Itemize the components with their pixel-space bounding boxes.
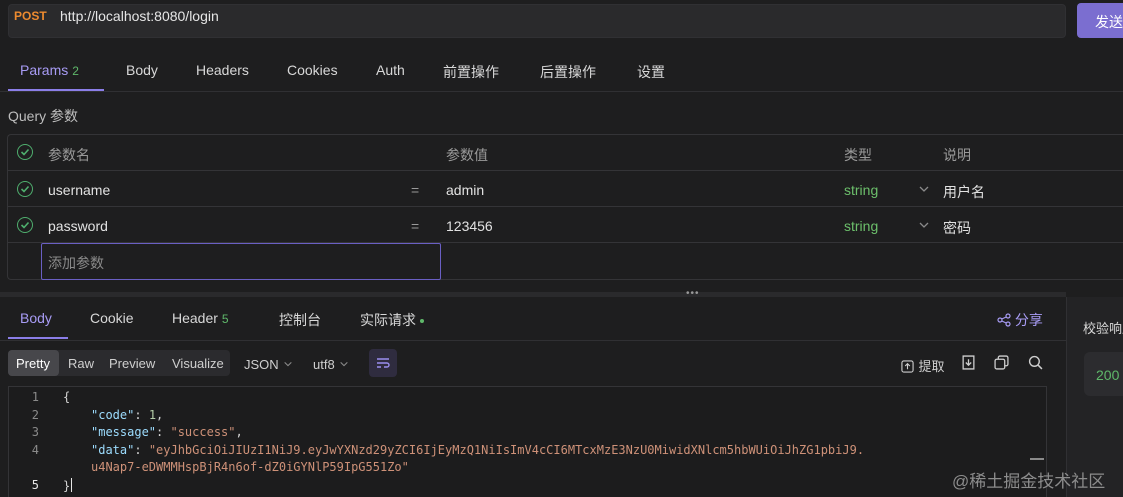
format-type-label: JSON	[244, 357, 279, 372]
query-section-label: Query 参数	[8, 108, 79, 124]
tab-pre-request[interactable]: 前置操作	[443, 62, 499, 82]
equals-sign: =	[411, 182, 420, 198]
header-count-badge: 5	[221, 312, 229, 326]
active-tab-indicator	[8, 89, 104, 91]
code-line: }	[63, 478, 73, 493]
tab-cookies[interactable]: Cookies	[287, 62, 338, 78]
http-method-select[interactable]: POST	[14, 9, 47, 23]
extract-icon	[901, 360, 914, 373]
column-header-type: 类型	[844, 147, 872, 163]
status-code: 200	[1096, 367, 1120, 383]
share-label: 分享	[1014, 312, 1043, 328]
param-name-cell[interactable]: password	[48, 218, 108, 234]
select-all-checkbox[interactable]	[17, 144, 33, 160]
line-number: 3	[31, 425, 39, 439]
format-type-select[interactable]: JSON	[244, 356, 293, 374]
row-checkbox[interactable]	[17, 181, 33, 197]
table-divider	[8, 206, 1123, 207]
add-param-input[interactable]: 添加参数	[41, 243, 441, 280]
code-line: u4Nap7-eDWMMHspBjR4n6of-dZ0iGYNlP59IpG55…	[91, 460, 409, 474]
extract-button[interactable]: 提取	[901, 356, 944, 376]
response-tab-bar: Body Cookie Header 5 控制台 实际请求	[0, 297, 1066, 341]
code-line: "code": 1,	[91, 408, 164, 422]
validation-label: 校验响应	[1083, 321, 1123, 336]
chevron-down-icon[interactable]	[918, 218, 930, 236]
param-type-select[interactable]: string	[844, 182, 878, 198]
chevron-down-icon	[284, 361, 292, 367]
tab-params-label: Params	[20, 62, 69, 78]
scrollbar[interactable]	[1030, 458, 1044, 460]
table-divider	[8, 170, 1123, 171]
code-line: {	[63, 390, 71, 404]
line-number: 1	[31, 390, 39, 404]
tab-headers[interactable]: Headers	[196, 62, 249, 78]
tab-actual-request[interactable]: 实际请求	[360, 310, 424, 330]
row-checkbox[interactable]	[17, 217, 33, 233]
word-wrap-button[interactable]	[369, 349, 397, 377]
copy-icon[interactable]	[994, 355, 1009, 375]
tab-console[interactable]: 控制台	[279, 310, 321, 330]
search-icon[interactable]	[1028, 355, 1043, 375]
column-header-name: 参数名	[48, 147, 90, 163]
encoding-label: utf8	[313, 357, 335, 372]
mode-pretty[interactable]: Pretty	[16, 356, 50, 371]
response-code-editor[interactable]: 1 2 3 4 5 { "code": 1, "message": "succe…	[8, 386, 1047, 497]
request-tab-bar: Params 2 Body Headers Cookies Auth 前置操作 后…	[0, 52, 1123, 92]
tab-response-header-label: Header	[172, 310, 218, 326]
param-name-cell[interactable]: username	[48, 182, 110, 198]
param-type-select[interactable]: string	[844, 218, 878, 234]
check-icon	[20, 185, 30, 193]
url-input[interactable]: http://localhost:8080/login	[60, 8, 219, 24]
watermark: @稀土掘金技术社区	[952, 472, 1106, 491]
line-number: 2	[31, 408, 39, 422]
param-value-cell[interactable]: admin	[446, 182, 484, 198]
mode-visualize[interactable]: Visualize	[172, 356, 224, 371]
params-count-badge: 2	[72, 64, 79, 78]
column-header-value: 参数值	[446, 147, 488, 163]
tab-actual-request-label: 实际请求	[360, 312, 416, 328]
send-button[interactable]: 发送	[1077, 3, 1123, 38]
encoding-select[interactable]: utf8	[313, 356, 349, 374]
equals-sign: =	[411, 218, 420, 234]
extract-label: 提取	[918, 359, 945, 374]
tab-settings[interactable]: 设置	[637, 62, 665, 82]
share-icon	[997, 313, 1011, 327]
line-number: 4	[31, 443, 39, 457]
check-icon	[20, 148, 30, 156]
chevron-down-icon[interactable]	[918, 182, 930, 200]
status-dot	[420, 319, 424, 324]
tab-params[interactable]: Params 2	[20, 62, 79, 78]
param-desc-cell[interactable]: 用户名	[943, 182, 985, 202]
param-desc-cell[interactable]: 密码	[943, 218, 971, 238]
mode-preview[interactable]: Preview	[109, 356, 155, 371]
chevron-down-icon	[340, 361, 348, 367]
tab-response-body[interactable]: Body	[20, 310, 52, 326]
active-tab-indicator	[8, 337, 68, 339]
line-number: 5	[31, 478, 39, 492]
check-icon	[20, 221, 30, 229]
tab-post-request[interactable]: 后置操作	[540, 62, 596, 82]
code-line: "message": "success",	[91, 425, 243, 439]
tab-body[interactable]: Body	[126, 62, 158, 78]
code-line: "data": "eyJhbGciOiJIUzI1NiJ9.eyJwYXNzd2…	[91, 443, 865, 457]
tab-response-header[interactable]: Header 5	[172, 310, 229, 326]
mode-raw[interactable]: Raw	[68, 356, 94, 371]
tab-auth[interactable]: Auth	[376, 62, 405, 78]
tab-response-cookie[interactable]: Cookie	[90, 310, 134, 326]
param-value-cell[interactable]: 123456	[446, 218, 493, 234]
wrap-icon	[377, 358, 390, 368]
share-button[interactable]: 分享	[997, 310, 1043, 330]
download-icon[interactable]	[961, 355, 976, 375]
view-mode-group: Pretty Raw Preview Visualize	[8, 350, 230, 376]
column-header-desc: 说明	[943, 147, 971, 163]
